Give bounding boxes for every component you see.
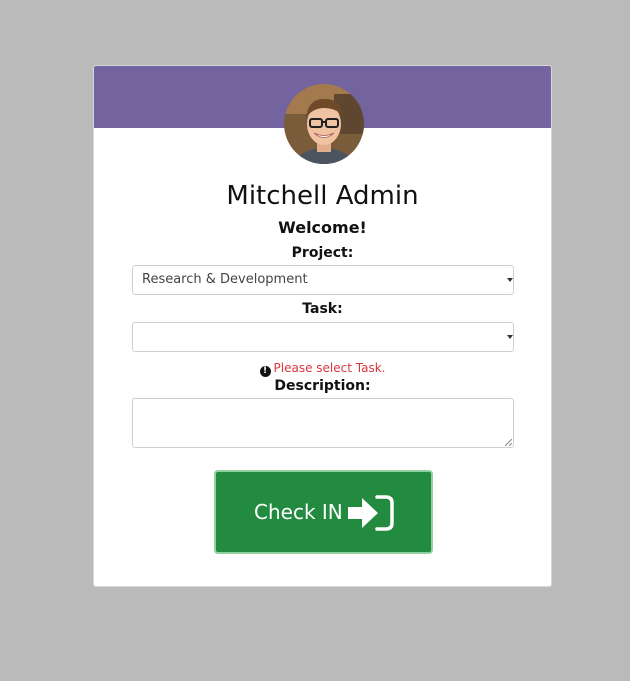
welcome-message: Welcome!	[278, 218, 367, 237]
project-label: Project:	[291, 245, 354, 261]
check-in-button[interactable]: Check IN	[214, 470, 433, 554]
resize-grip-icon[interactable]	[504, 438, 512, 446]
sign-in-icon	[348, 495, 394, 531]
task-select[interactable]	[132, 322, 514, 352]
user-name: Mitchell Admin	[226, 181, 419, 211]
project-select[interactable]: Research & Development	[132, 265, 514, 295]
description-label: Description:	[274, 378, 371, 394]
task-error-text: Please select Task.	[273, 361, 386, 375]
task-error: ! Please select Task.	[94, 359, 551, 377]
description-textarea[interactable]	[132, 398, 514, 448]
check-in-label: Check IN	[254, 500, 343, 524]
project-select-value: Research & Development	[142, 272, 308, 287]
chevron-down-icon	[507, 335, 513, 339]
attendance-card: Mitchell Admin Welcome! Project: Researc…	[93, 65, 552, 587]
task-label: Task:	[302, 301, 343, 317]
user-avatar	[284, 84, 364, 164]
chevron-down-icon	[507, 278, 513, 282]
